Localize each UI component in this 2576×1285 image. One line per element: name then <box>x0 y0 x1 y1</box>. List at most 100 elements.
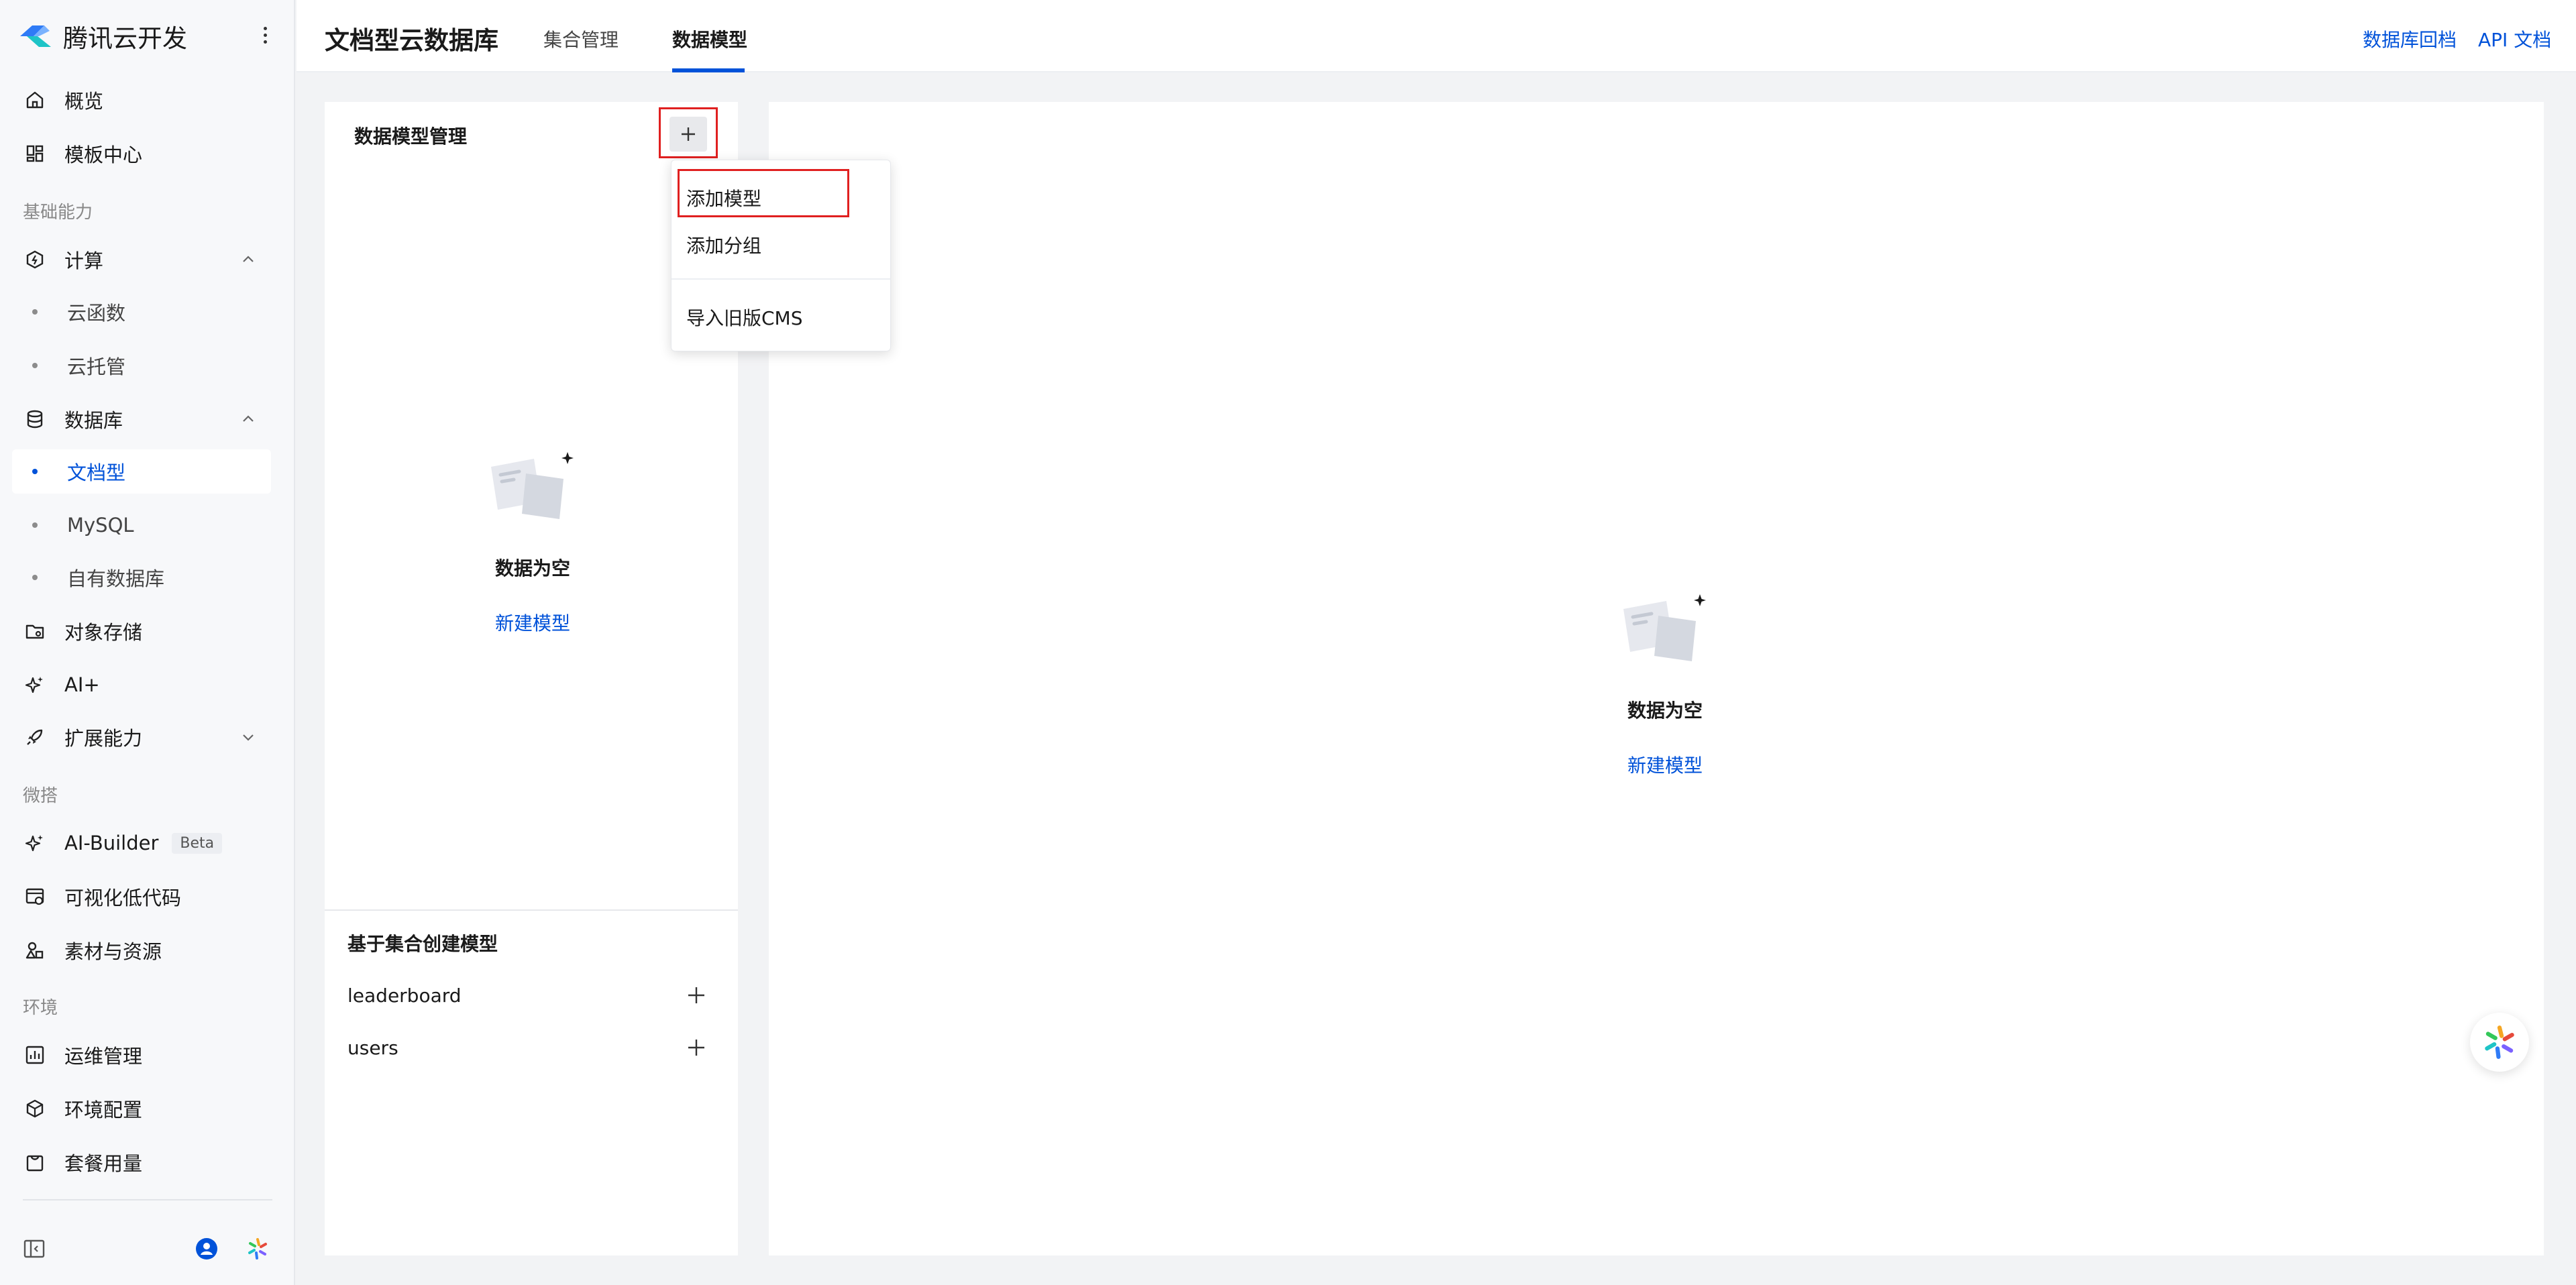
menu-item-add-group[interactable]: 添加分组 <box>686 231 761 258</box>
collection-name: users <box>347 1036 398 1059</box>
sidebar-item-label: 套餐用量 <box>64 1152 143 1175</box>
empty-document-illustration-icon <box>491 452 574 519</box>
sidebar-item-label: 运维管理 <box>64 1045 143 1068</box>
collection-row[interactable]: users <box>347 1027 716 1068</box>
sidebar-item-usage[interactable]: 套餐用量 <box>12 1140 271 1184</box>
bullet-dot <box>32 522 38 528</box>
sidebar-item-ai-builder[interactable]: AI-Builder Beta <box>12 821 271 865</box>
empty-document-illustration-icon <box>1623 594 1706 661</box>
menu-divider <box>672 278 890 280</box>
empty-state: 数据为空 新建模型 <box>459 449 606 636</box>
section-label-basic: 基础能力 <box>23 203 93 223</box>
sidebar-item-own-db[interactable]: 自有数据库 <box>12 555 271 600</box>
sidebar-item-label: 扩展能力 <box>64 727 143 750</box>
sidebar-item-label: MySQL <box>67 514 134 537</box>
sidebar-item-label: 模板中心 <box>64 144 143 166</box>
sidebar-item-overview[interactable]: 概览 <box>12 78 271 122</box>
home-icon <box>23 88 47 112</box>
collapse-sidebar-icon[interactable] <box>23 1237 47 1261</box>
empty-title: 数据为空 <box>494 557 570 579</box>
api-docs-link[interactable]: API 文档 <box>2478 25 2551 52</box>
user-avatar-icon[interactable] <box>195 1237 219 1261</box>
highlight-frame-add-button <box>659 107 718 158</box>
sidebar-item-document-db[interactable]: 文档型 <box>12 449 271 494</box>
package-bag-icon <box>23 1150 47 1174</box>
highlight-frame-add-model <box>678 169 849 217</box>
sidebar-item-storage[interactable]: 对象存储 <box>12 609 271 653</box>
bullet-dot <box>32 363 38 368</box>
collection-row[interactable]: leaderboard <box>347 975 716 1015</box>
brand[interactable]: 腾讯云开发 <box>17 15 187 58</box>
sidebar-item-mysql[interactable]: MySQL <box>12 503 271 547</box>
empty-state: 数据为空 新建模型 <box>1585 592 1746 778</box>
sidebar-item-label: AI-Builder <box>64 832 159 854</box>
page-title: 文档型云数据库 <box>325 26 498 55</box>
ai-assistant-icon[interactable] <box>246 1237 270 1261</box>
active-tab-indicator <box>672 68 745 72</box>
sidebar-item-templates[interactable]: 模板中心 <box>12 131 271 176</box>
collections-section-title: 基于集合创建模型 <box>347 933 498 955</box>
sidebar-item-label: 对象存储 <box>64 621 143 644</box>
rocket-icon <box>23 725 47 749</box>
database-icon <box>23 407 47 431</box>
empty-title: 数据为空 <box>1627 700 1703 722</box>
sidebar: 腾讯云开发 概览 模板中心 基础能力 计算 云函数 云托管 数据库 文档型 My… <box>0 0 295 1285</box>
floating-ai-assistant-button[interactable] <box>2470 1013 2529 1072</box>
compute-hexagon-icon <box>23 247 47 272</box>
chevron-down-icon <box>243 734 254 741</box>
bullet-dot <box>32 309 38 315</box>
folder-storage-icon <box>23 619 47 643</box>
cube-settings-icon <box>23 1097 47 1121</box>
lowcode-window-icon <box>23 885 47 909</box>
sidebar-item-assets[interactable]: 素材与资源 <box>12 928 271 972</box>
sidebar-item-extensions[interactable]: 扩展能力 <box>12 715 271 759</box>
model-detail-panel: 数据为空 新建模型 <box>769 102 2544 1255</box>
sidebar-divider <box>23 1199 272 1200</box>
sidebar-item-label: 素材与资源 <box>64 940 162 963</box>
tab-data-model[interactable]: 数据模型 <box>672 25 747 52</box>
database-rollback-link[interactable]: 数据库回档 <box>2363 25 2457 52</box>
sidebar-item-label: 云托管 <box>67 355 126 378</box>
bullet-dot <box>32 575 38 580</box>
tencent-cloudbase-logo-icon <box>20 25 51 47</box>
create-model-link[interactable]: 新建模型 <box>459 609 606 636</box>
plus-icon[interactable] <box>687 1038 706 1057</box>
ai-assistant-icon <box>2485 1025 2514 1059</box>
more-options-icon[interactable] <box>255 20 275 50</box>
sidebar-item-label: 可视化低代码 <box>64 887 182 909</box>
sidebar-item-label: 环境配置 <box>64 1099 143 1121</box>
panel-title: 数据模型管理 <box>354 125 468 148</box>
sidebar-item-database[interactable]: 数据库 <box>12 397 271 441</box>
sidebar-item-env-config[interactable]: 环境配置 <box>12 1086 271 1131</box>
sidebar-item-ai[interactable]: AI+ <box>12 663 271 707</box>
sidebar-item-label: 概览 <box>64 90 104 113</box>
sidebar-item-label: 文档型 <box>67 461 126 484</box>
chevron-up-icon <box>243 256 254 262</box>
sparkle-icon <box>23 673 47 697</box>
shapes-icon <box>23 938 47 962</box>
sidebar-item-label: 云函数 <box>67 302 126 325</box>
brand-name: 腾讯云开发 <box>63 24 187 53</box>
beta-badge: Beta <box>172 832 223 854</box>
sidebar-item-label: AI+ <box>64 673 100 696</box>
section-label-env: 环境 <box>23 998 58 1018</box>
chevron-up-icon <box>243 415 254 422</box>
section-label-weda: 微搭 <box>23 786 58 806</box>
tab-collection-management[interactable]: 集合管理 <box>543 25 619 52</box>
top-header: 文档型云数据库 集合管理 数据模型 数据库回档 API 文档 <box>297 0 2576 72</box>
chart-monitor-icon <box>23 1043 47 1067</box>
plus-icon[interactable] <box>687 986 706 1005</box>
sidebar-item-ops[interactable]: 运维管理 <box>12 1033 271 1077</box>
create-model-link[interactable]: 新建模型 <box>1585 751 1746 778</box>
sidebar-item-label: 自有数据库 <box>67 567 165 590</box>
bullet-dot <box>32 469 38 474</box>
sidebar-item-compute[interactable]: 计算 <box>12 237 271 282</box>
sidebar-item-cloud-run[interactable]: 云托管 <box>12 343 271 388</box>
sidebar-item-cloud-functions[interactable]: 云函数 <box>12 290 271 334</box>
sparkle-icon <box>23 831 47 855</box>
template-grid-icon <box>23 142 47 166</box>
sidebar-item-label: 数据库 <box>64 409 123 432</box>
menu-item-import-legacy-cms[interactable]: 导入旧版CMS <box>686 304 802 331</box>
sidebar-item-lowcode[interactable]: 可视化低代码 <box>12 875 271 919</box>
panel-divider <box>325 909 738 911</box>
